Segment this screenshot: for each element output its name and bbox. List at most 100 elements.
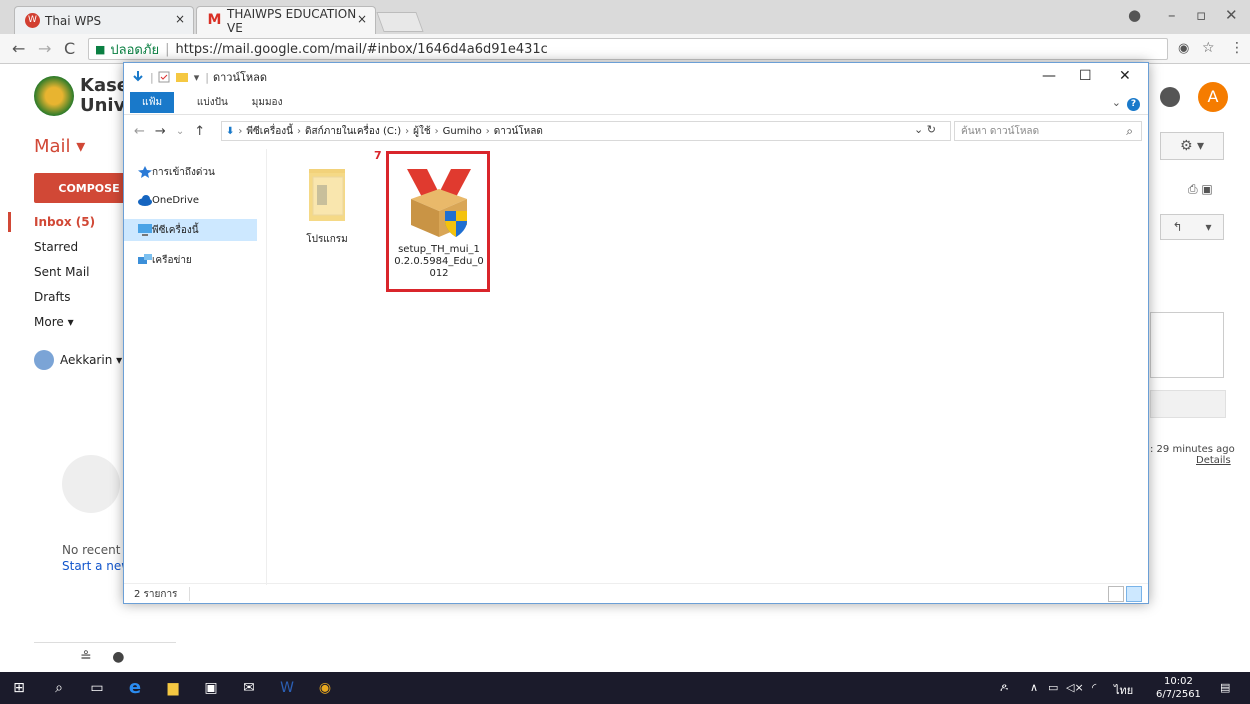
taskbar-clock[interactable]: 10:02 6/7/2561 — [1156, 675, 1201, 701]
back-icon[interactable]: ← — [12, 39, 25, 58]
tab-close-icon[interactable]: × — [175, 12, 185, 26]
nav-sent-mail[interactable]: Sent Mail — [34, 265, 90, 279]
wps-favicon-icon: W — [25, 13, 40, 28]
account-avatar[interactable]: A — [1198, 82, 1228, 112]
explorer-forward-icon[interactable]: → — [155, 124, 166, 139]
browser-tab-bar: W Thai WPS × M THAIWPS EDUCATION VE × ● … — [0, 0, 1250, 35]
start-new-link[interactable]: Start a new — [62, 559, 131, 573]
reply-box[interactable] — [1150, 312, 1224, 378]
battery-icon[interactable]: ▭ — [1048, 681, 1058, 694]
ribbon-tab-file[interactable]: แฟ้ม — [130, 92, 175, 113]
restore-icon[interactable]: ▫ — [1196, 6, 1206, 24]
new-tab-button[interactable] — [376, 12, 424, 32]
explorer-search-input[interactable]: ค้นหา ดาวน์โหลด ⌕ — [954, 121, 1142, 141]
windows-start-icon[interactable]: ⊞ — [10, 679, 28, 697]
settings-gear-icon[interactable]: ⚙ ▾ — [1160, 132, 1224, 160]
large-icons-view-icon[interactable] — [1126, 586, 1142, 602]
forward-icon[interactable]: → — [38, 39, 51, 58]
path-dropdown-refresh-icon[interactable]: ⌄ ↻ — [914, 123, 936, 136]
explorer-path-bar[interactable]: ⬇ › พีซีเครื่องนี้ › ดิสก์ภายในเครื่อง (C:… — [221, 121, 951, 141]
nav-this-pc[interactable]: พีซีเครื่องนี้ — [124, 219, 257, 241]
up-icon[interactable]: ↑ — [194, 124, 205, 139]
search-icon[interactable]: ⌕ — [50, 679, 68, 697]
nav-drafts[interactable]: Drafts — [34, 290, 71, 304]
tab-title: Thai WPS — [45, 13, 102, 28]
ribbon-expand-icon[interactable]: ⌄? — [1112, 96, 1140, 111]
file-name: โปรแกรม — [306, 234, 348, 245]
secure-label: ปลอดภัย — [110, 42, 160, 58]
store-icon[interactable]: ▣ — [202, 679, 220, 697]
input-language[interactable]: ไทย — [1114, 681, 1133, 699]
reload-icon[interactable]: C — [64, 39, 75, 58]
details-view-icon[interactable] — [1108, 586, 1124, 602]
quick-access-dropdown-icon[interactable]: ▾ — [194, 71, 200, 84]
action-center-icon[interactable]: ▤ — [1220, 681, 1230, 694]
volume-icon[interactable]: ◁× — [1066, 681, 1084, 694]
notification-icon[interactable] — [1160, 87, 1180, 107]
edge-icon[interactable]: e — [126, 679, 144, 697]
downloads-path-icon: ⬇ — [226, 125, 235, 137]
help-icon[interactable]: ? — [1127, 98, 1140, 111]
path-segment[interactable]: ดาวน์โหลด — [494, 124, 543, 139]
no-recent-text: No recent c — [62, 543, 131, 557]
cloud-icon — [138, 195, 152, 206]
reply-button[interactable]: ↰ ▾ — [1160, 214, 1224, 240]
url-text: https://mail.google.com/mail/#inbox/1646… — [175, 41, 548, 57]
profile-icon[interactable]: ● — [1128, 6, 1141, 24]
folder-programs[interactable]: โปรแกรม — [282, 163, 372, 247]
details-link[interactable]: Details — [1196, 455, 1231, 466]
path-segment[interactable]: ผู้ใช้ — [413, 124, 431, 139]
minimize-icon[interactable]: – — [1168, 6, 1176, 24]
nav-network[interactable]: เครือข่าย — [134, 249, 267, 271]
print-icon[interactable]: ⎙ ▣ — [1188, 182, 1213, 197]
tab-thai-wps[interactable]: W Thai WPS × — [14, 6, 194, 34]
chat-icon[interactable]: ● — [112, 649, 124, 665]
file-explorer-window: | ▾ | ดาวน์โหลด — ☐ ✕ แฟ้ม หน้าแรก แบ่งป… — [123, 62, 1149, 604]
path-segment[interactable]: Gumiho — [443, 126, 482, 137]
nav-onedrive[interactable]: OneDrive — [134, 189, 267, 211]
ribbon-tab-view[interactable]: มุมมอง — [240, 92, 295, 113]
explorer-back-icon[interactable]: ← — [134, 124, 145, 139]
ribbon-tab-share[interactable]: แบ่งปัน — [185, 92, 240, 113]
step-number-label: 7 — [374, 149, 382, 162]
mail-menu[interactable]: Mail ▾ — [34, 136, 85, 157]
people-icon[interactable]: ዶ — [1000, 681, 1008, 695]
new-folder-icon[interactable] — [175, 71, 188, 83]
reply-bar — [1150, 390, 1226, 418]
wifi-icon[interactable]: ◜ — [1092, 681, 1096, 694]
nav-inbox[interactable]: Inbox (5) — [34, 215, 95, 229]
tab-thaiwps-education[interactable]: M THAIWPS EDUCATION VE × — [196, 6, 376, 35]
recent-locations-icon[interactable]: ⌄ — [176, 126, 184, 137]
hangouts-footer: ≗ ● — [34, 642, 176, 665]
chrome-icon[interactable]: ◉ — [316, 679, 334, 697]
word-icon[interactable]: W — [278, 679, 296, 697]
properties-icon[interactable] — [158, 71, 170, 83]
person-icon[interactable]: ≗ — [80, 649, 92, 665]
task-view-icon[interactable]: ▭ — [88, 679, 106, 697]
path-segment[interactable]: พีซีเครื่องนี้ — [246, 124, 293, 139]
nav-quick-access[interactable]: การเข้าถึงด่วน — [134, 161, 267, 183]
path-segment[interactable]: ดิสก์ภายในเครื่อง (C:) — [305, 124, 401, 139]
setup-installer-file[interactable]: setup_TH_mui_10.2.0.5984_Edu_0012 — [394, 159, 484, 280]
nav-more[interactable]: More ▾ — [34, 315, 74, 329]
ribbon-tabs: แฟ้ม หน้าแรก แบ่งปัน มุมมอง ⌄? — [124, 91, 1148, 115]
explorer-maximize-icon[interactable]: ☐ — [1079, 68, 1092, 84]
url-input[interactable]: ■ ปลอดภัย | https://mail.google.com/mail… — [88, 38, 1168, 60]
star-icon — [138, 166, 152, 178]
hangouts-user[interactable]: Aekkarin ▾ — [34, 350, 122, 370]
tab-close-icon[interactable]: × — [357, 12, 367, 26]
eye-icon[interactable]: ◉ — [1178, 41, 1189, 56]
menu-icon[interactable]: ⋮ — [1230, 40, 1244, 56]
reply-icon: ↰ — [1172, 220, 1183, 234]
tray-overflow-icon[interactable]: ∧ — [1030, 681, 1038, 694]
mail-icon[interactable]: ✉ — [240, 679, 258, 697]
bookmark-star-icon[interactable]: ☆ — [1202, 40, 1215, 56]
close-window-icon[interactable]: ✕ — [1225, 6, 1238, 24]
file-explorer-icon[interactable]: ▆ — [164, 679, 182, 697]
explorer-minimize-icon[interactable]: — — [1042, 68, 1056, 84]
explorer-close-icon[interactable]: ✕ — [1119, 68, 1131, 84]
nav-starred[interactable]: Starred — [34, 240, 78, 254]
more-dropdown-icon[interactable]: ▾ — [1205, 220, 1211, 234]
inbox-indicator — [8, 212, 11, 232]
file-list: โปรแกรม 7 setup_TH_mui_10.2.0.5984_Edu_0… — [268, 149, 1148, 585]
